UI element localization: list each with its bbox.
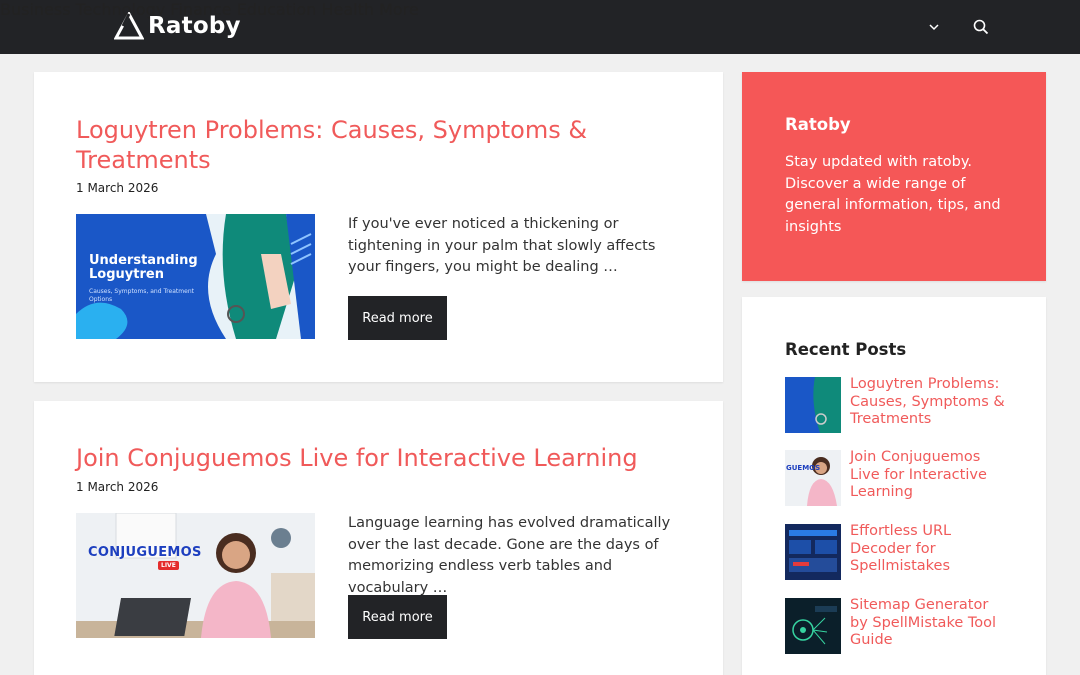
- post-thumbnail[interactable]: Understanding Loguytren Causes, Symptoms…: [76, 214, 315, 339]
- recent-post-item[interactable]: GUEMOS Join Conjuguemos Live for Interac…: [785, 449, 1015, 510]
- recent-post-item[interactable]: Loguytren Problems: Causes, Symptoms & T…: [785, 376, 1015, 437]
- recent-post-thumbnail[interactable]: [785, 377, 841, 433]
- recent-post-title[interactable]: Loguytren Problems: Causes, Symptoms & T…: [850, 376, 1010, 429]
- promo-title: Ratoby: [785, 115, 851, 134]
- site-logo[interactable]: Ratoby: [114, 12, 241, 40]
- thumb-heading-line: Loguytren: [89, 267, 164, 282]
- promo-text: Stay updated with ratoby. Discover a wid…: [785, 154, 1001, 235]
- recent-post-item[interactable]: Sitemap Generator by SpellMistake Tool G…: [785, 597, 1015, 658]
- post-title[interactable]: Loguytren Problems: Causes, Symptoms & T…: [76, 115, 587, 175]
- post-excerpt: Language learning has evolved dramatical…: [348, 515, 671, 596]
- recent-post-item[interactable]: Effortless URL Decoder for Spellmistakes: [785, 523, 1015, 584]
- recent-post-thumbnail[interactable]: GUEMOS: [785, 450, 841, 506]
- post-thumbnail[interactable]: CONJUGUEMOS LIVE: [76, 513, 315, 638]
- thumb-subtitle: Causes, Symptoms, and Treatment Options: [89, 288, 194, 303]
- post-title[interactable]: Join Conjuguemos Live for Interactive Le…: [76, 443, 638, 473]
- post-date: 1 March 2026: [76, 181, 159, 195]
- recent-post-thumbnail[interactable]: [785, 598, 841, 654]
- post-excerpt: If you've ever noticed a thickening or t…: [348, 216, 656, 275]
- recent-post-thumbnail[interactable]: [785, 524, 841, 580]
- read-more-button[interactable]: Read more: [348, 296, 447, 340]
- promo-widget: Ratoby Stay updated with ratoby. Discove…: [742, 72, 1046, 281]
- recent-post-title[interactable]: Sitemap Generator by SpellMistake Tool G…: [850, 597, 1010, 650]
- nav-business[interactable]: Business: [0, 0, 71, 19]
- nav-more[interactable]: More: [379, 0, 419, 19]
- recent-posts-widget: Recent Posts Loguytren Problems: Causes,…: [742, 297, 1046, 675]
- thumb-heading: Understanding Loguytren: [89, 254, 198, 282]
- search-icon[interactable]: [973, 19, 989, 35]
- post-date: 1 March 2026: [76, 480, 159, 494]
- recent-post-title[interactable]: Join Conjuguemos Live for Interactive Le…: [850, 449, 1010, 502]
- chevron-down-icon[interactable]: [929, 23, 939, 31]
- post-title-line[interactable]: Treatments: [76, 145, 587, 175]
- nav-health[interactable]: Health: [321, 0, 374, 19]
- read-more-button[interactable]: Read more: [348, 595, 447, 639]
- recent-post-title[interactable]: Effortless URL Decoder for Spellmistakes: [850, 523, 1010, 576]
- svg-text:GUEMOS: GUEMOS: [786, 464, 820, 472]
- logo-text: Ratoby: [148, 13, 241, 39]
- post-title-line[interactable]: Loguytren Problems: Causes, Symptoms &: [76, 115, 587, 145]
- thumb-heading: CONJUGUEMOS: [88, 545, 202, 560]
- logo-triangle-icon: [114, 12, 144, 40]
- post-card: Loguytren Problems: Causes, Symptoms & T…: [34, 72, 723, 382]
- post-card: Join Conjuguemos Live for Interactive Le…: [34, 401, 723, 675]
- live-badge: LIVE: [158, 561, 179, 570]
- thumb-heading-line: Understanding: [89, 253, 198, 268]
- site-header: Ratoby Business Technology Finance Educa…: [0, 0, 1080, 54]
- recent-posts-heading: Recent Posts: [785, 340, 907, 359]
- nav-education[interactable]: Education: [237, 0, 317, 19]
